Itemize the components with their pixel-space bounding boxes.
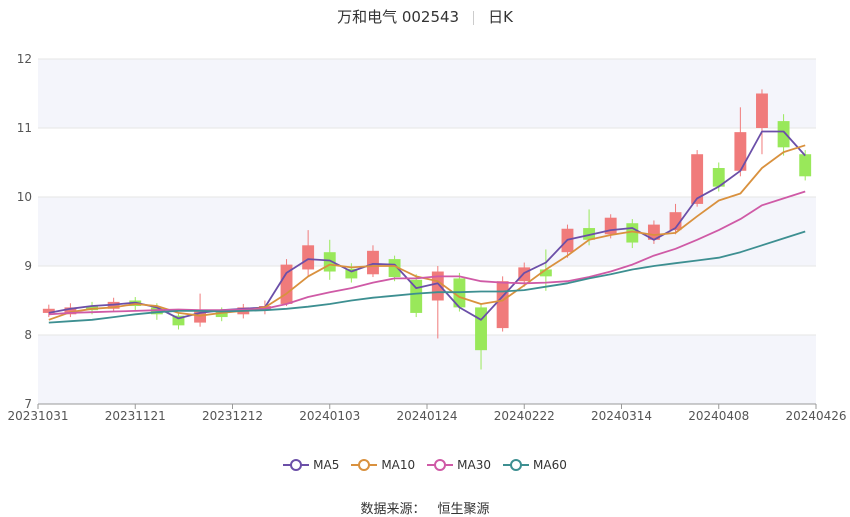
legend: MA5 MA10 MA30 MA60 (0, 458, 850, 475)
y-tick-label: 10 (17, 190, 32, 204)
legend-label: MA10 (381, 458, 416, 472)
legend-marker-icon (351, 459, 378, 471)
x-tick-label: 20240314 (591, 409, 652, 423)
y-tick-label: 8 (24, 328, 32, 342)
grid-band (38, 59, 816, 128)
y-tick-label: 12 (17, 52, 32, 66)
candle-body (475, 307, 487, 351)
x-tick-label: 20240124 (396, 409, 457, 423)
candle-body (756, 93, 768, 128)
candle-body (496, 281, 509, 329)
y-tick-label: 11 (17, 121, 32, 135)
candlestick-chart: 78910111220231031 20231121 20231212 2024010… (7, 52, 846, 423)
candle-body (777, 121, 790, 148)
x-tick-label: 20231031 (7, 409, 68, 423)
legend-label: MA60 (533, 458, 567, 472)
grid-band (38, 335, 816, 404)
candle-body (799, 154, 812, 177)
legend-item-ma30[interactable]: MA30 (427, 458, 491, 472)
x-tick-label: 20231212 (202, 409, 263, 423)
source-name: 恒生聚源 (437, 502, 490, 517)
legend-marker-icon (503, 459, 530, 471)
candle-body (367, 250, 379, 275)
legend-item-ma60[interactable]: MA60 (503, 458, 567, 472)
legend-marker-icon (427, 459, 454, 471)
x-tick-label: 20240408 (688, 409, 749, 423)
legend-label: MA5 (313, 458, 340, 472)
legend-label: MA30 (457, 458, 492, 472)
y-tick-label: 9 (24, 259, 32, 273)
source-label: 数据来源： (360, 502, 426, 517)
legend-marker-dot (434, 459, 447, 471)
legend-item-ma10[interactable]: MA10 (351, 458, 415, 472)
x-tick-label: 20240426 (785, 409, 846, 423)
x-tick-label: 20240103 (299, 409, 360, 423)
legend-marker-icon (283, 459, 310, 471)
x-tick-label: 20240222 (494, 409, 555, 423)
legend-item-ma5[interactable]: MA5 (283, 458, 339, 472)
data-source: 数据来源： 恒生聚源 (0, 498, 850, 517)
legend-marker-dot (510, 459, 523, 471)
legend-marker-dot (358, 459, 371, 471)
grid-band (38, 197, 816, 266)
legend-marker-dot (290, 459, 303, 471)
x-tick-label: 20231121 (105, 409, 166, 423)
candle-body (302, 245, 315, 270)
